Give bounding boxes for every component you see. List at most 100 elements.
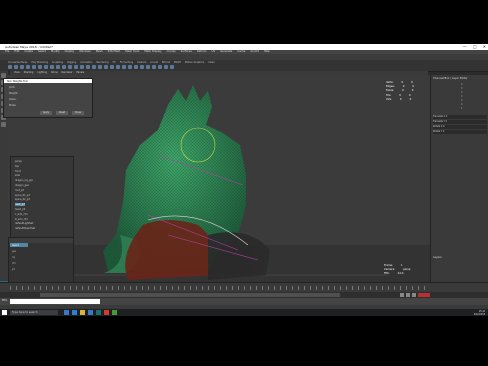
shelf-tab[interactable]: Curves/Surfaces xyxy=(8,61,27,64)
outliner-item[interactable]: L_arm_ctrl xyxy=(15,213,27,216)
shelf-tool-icon[interactable] xyxy=(152,65,156,69)
shelf-tool-icon[interactable] xyxy=(140,65,144,69)
window-title: Autodesk Maya 2018 - Untitled* xyxy=(5,45,53,49)
layer-row[interactable]: layer1 xyxy=(12,244,19,247)
outliner-item[interactable]: head_jnt xyxy=(15,208,25,211)
layer-row[interactable]: jnt xyxy=(12,268,15,271)
outliner-item[interactable]: spine_02_jnt xyxy=(15,198,30,201)
shelf-tool-icon[interactable] xyxy=(128,65,132,69)
outliner-item[interactable]: dragon_rig_grp xyxy=(15,179,33,182)
input-node[interactable]: Translate Y 0 xyxy=(433,120,487,124)
system-tray[interactable]: 15:42 4/22/2018 xyxy=(474,310,485,316)
shelf-tool-icon[interactable] xyxy=(158,65,162,69)
outliner-item[interactable]: defaultLightSet xyxy=(15,222,33,225)
shelf-tool-icon[interactable] xyxy=(62,65,66,69)
outliner-item[interactable]: top xyxy=(15,165,19,168)
step-back-icon[interactable] xyxy=(406,293,410,297)
shelf-tab[interactable]: Rendering xyxy=(96,61,108,64)
command-input[interactable] xyxy=(10,299,100,304)
shelf-tab[interactable]: Custom xyxy=(137,61,146,64)
shelf-tab[interactable]: Arnold xyxy=(150,61,158,64)
taskbar-search[interactable]: Type here to search xyxy=(10,310,58,315)
shelf-tab[interactable]: FX xyxy=(113,61,116,64)
fw-row-value: Value: xyxy=(9,98,17,101)
outliner-item[interactable]: spine_01_jnt xyxy=(15,194,30,197)
shelf-tool-icon[interactable] xyxy=(116,65,120,69)
outliner-item[interactable]: root_jnt xyxy=(15,189,24,192)
auto-key-toggle[interactable] xyxy=(418,293,430,297)
shelf-tool-icon[interactable] xyxy=(44,65,48,69)
app-icon[interactable] xyxy=(104,310,109,315)
shelf-tab[interactable]: FX Caching xyxy=(120,61,133,64)
shelf-tool-icon[interactable] xyxy=(92,65,96,69)
shelf-tool-icon[interactable] xyxy=(98,65,102,69)
shelf-tab[interactable]: Poly Modeling xyxy=(31,61,48,64)
shelf-tool-icon[interactable] xyxy=(38,65,42,69)
shelf-tool-icon[interactable] xyxy=(14,65,18,69)
layer-row[interactable]: ctrl xyxy=(12,262,16,265)
shelf-tool-icon[interactable] xyxy=(134,65,138,69)
channel-value[interactable]: 0 xyxy=(461,87,462,90)
layer-row[interactable]: rig xyxy=(12,256,15,259)
outliner-item[interactable]: front xyxy=(15,170,21,173)
input-node[interactable]: Rotate X 0 xyxy=(433,125,487,129)
input-node[interactable]: Translate X 0 xyxy=(433,115,487,119)
channel-value[interactable]: 0 xyxy=(461,95,462,98)
tool-icon[interactable] xyxy=(1,122,6,127)
task-view-icon[interactable] xyxy=(64,310,69,315)
mel-label: MEL xyxy=(2,299,8,302)
channel-value[interactable]: 1 xyxy=(461,107,462,110)
shelf-tool-icon[interactable] xyxy=(110,65,114,69)
shelf-tab[interactable]: Motion Graphics xyxy=(185,61,204,64)
play-icon[interactable] xyxy=(412,293,416,297)
windows-start-icon[interactable] xyxy=(2,310,7,315)
shelf-tool-icon[interactable] xyxy=(122,65,126,69)
outliner-item[interactable]: neck_jnt xyxy=(15,203,25,207)
shelf-tool-icon[interactable] xyxy=(8,65,12,69)
shelf-tool-icon[interactable] xyxy=(146,65,150,69)
shelf-tool-icon[interactable] xyxy=(20,65,24,69)
go-start-icon[interactable] xyxy=(400,293,404,297)
shelf-tool-icon[interactable] xyxy=(170,65,174,69)
shelf-tool-icon[interactable] xyxy=(104,65,108,69)
shelf-tab[interactable]: Bifrost xyxy=(162,61,170,64)
float-window-titlebar[interactable]: Skin Weights Tool xyxy=(4,79,92,83)
outliner-item[interactable]: dragon_geo xyxy=(15,184,29,187)
app-icon[interactable] xyxy=(112,310,117,315)
reset-button[interactable]: Reset xyxy=(56,111,68,115)
layer-row[interactable]: geo xyxy=(12,250,16,253)
close-window-button[interactable]: Close xyxy=(72,111,84,115)
channel-value[interactable]: 0 xyxy=(461,103,462,106)
shelf-tool-icon[interactable] xyxy=(86,65,90,69)
shelf-tool-icon[interactable] xyxy=(68,65,72,69)
hud-row: FPS: 24.0 xyxy=(384,272,410,276)
shelf-tab[interactable]: Animation xyxy=(80,61,92,64)
outliner-item[interactable]: R_arm_ctrl xyxy=(15,218,28,221)
shelf-tool-icon[interactable] xyxy=(32,65,36,69)
shelf-tool-icon[interactable] xyxy=(56,65,60,69)
outliner-item[interactable]: persp xyxy=(15,160,22,163)
shelf-tab[interactable]: Sculpting xyxy=(52,61,63,64)
input-node[interactable]: Rotate Y 0 xyxy=(433,130,487,134)
edge-icon[interactable] xyxy=(72,310,77,315)
shelf-tool-icon[interactable] xyxy=(26,65,30,69)
file-explorer-icon[interactable] xyxy=(80,310,85,315)
apply-button[interactable]: Apply xyxy=(40,111,52,115)
shelf-tab[interactable]: Rigging xyxy=(67,61,76,64)
channel-value[interactable]: 0 xyxy=(461,91,462,94)
shelf-tool-icon[interactable] xyxy=(50,65,54,69)
maya-taskbar-icon[interactable] xyxy=(96,310,101,315)
shelf-tool-icon[interactable] xyxy=(164,65,168,69)
skin-weights-window[interactable]: Skin Weights Tool Joint: Weight: Value: … xyxy=(3,78,93,118)
channel-value[interactable]: 0 xyxy=(461,83,462,86)
outliner-item[interactable]: defaultObjectSet xyxy=(15,227,35,230)
shelf-tab[interactable]: XGen xyxy=(208,61,214,64)
store-icon[interactable] xyxy=(88,310,93,315)
outliner-item[interactable]: side xyxy=(15,174,20,177)
shelf-tool-icon[interactable] xyxy=(74,65,78,69)
shelf-tool-icon[interactable] xyxy=(80,65,84,69)
channel-value[interactable]: 0 xyxy=(461,99,462,102)
shelf-tab[interactable]: MASH xyxy=(174,61,181,64)
range-slider-bar[interactable] xyxy=(40,293,340,297)
poly-count-hud: Verts: 0 0 Edges: 0 0 Faces: 0 0 Tris: 0 0 UVs: 0 0 xyxy=(386,81,414,102)
